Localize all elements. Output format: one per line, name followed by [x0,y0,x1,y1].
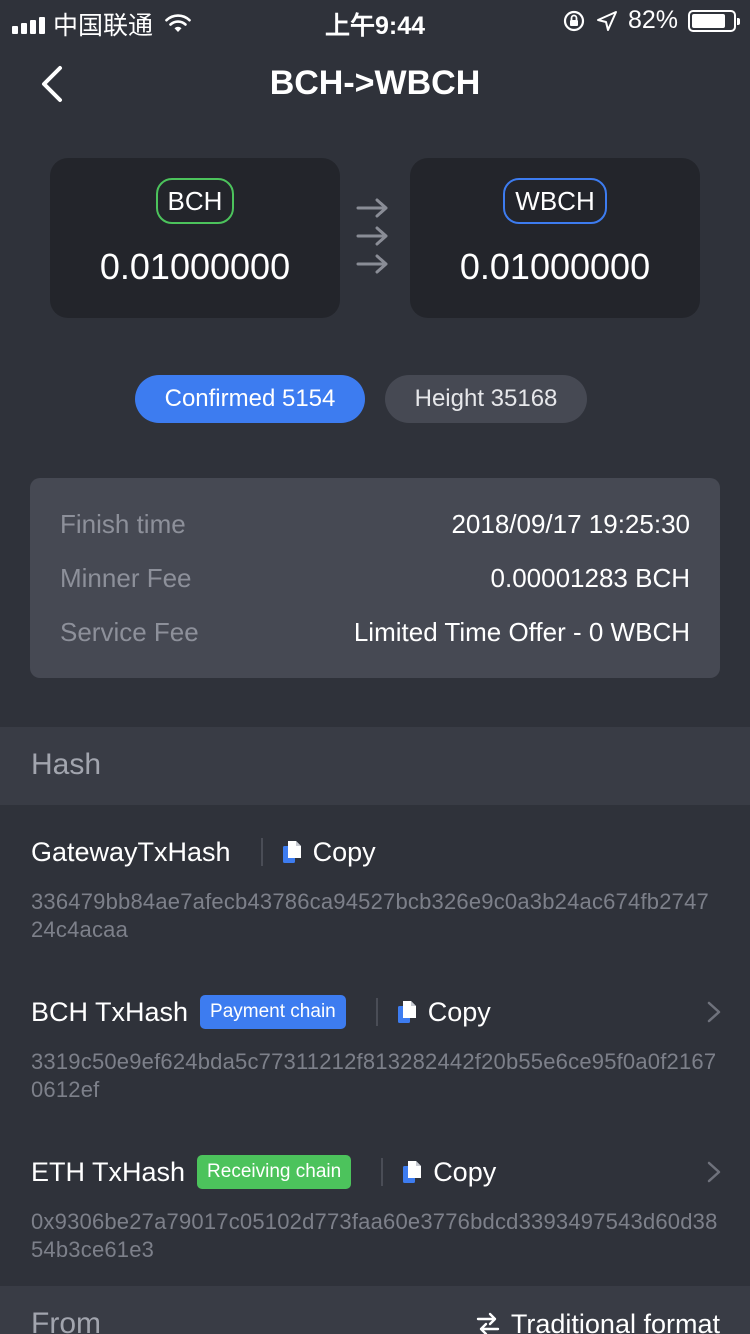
info-row-finish-time: Finish time 2018/09/17 19:25:30 [60,504,690,558]
info-label: Service Fee [60,617,199,647]
info-value: Limited Time Offer - 0 WBCH [353,617,690,647]
chevron-right-icon[interactable] [706,1000,722,1024]
from-token-label: BCH [155,178,235,224]
page-title: BCH->WBCH [269,64,481,102]
to-amount: 0.01000000 [459,246,651,287]
copy-bch-hash-button[interactable]: Copy [396,997,491,1028]
gateway-hash-block: GatewayTxHash Copy 336479bb84ae7afecb437… [0,830,750,944]
bch-hash-value[interactable]: 3319c50e9ef624bda5c77311212f813282442f20… [0,1034,750,1104]
traditional-format-toggle[interactable]: Traditional format [475,1286,720,1334]
from-token-card: BCH 0.01000000 [50,158,340,318]
location-icon [596,10,617,31]
from-section-title: From [31,1307,101,1334]
copy-label: Copy [312,836,376,867]
copy-label: Copy [427,996,491,1027]
copy-icon [403,1161,422,1183]
nav-bar: BCH->WBCH [0,50,750,118]
battery-icon [688,9,740,32]
info-value: 2018/09/17 19:25:30 [451,509,690,539]
hash-title: ETH TxHash [31,1156,186,1187]
bch-hash-block[interactable]: BCH TxHash Payment chain Copy 3319c50e9e… [0,990,750,1104]
divider [375,998,378,1026]
eth-hash-block[interactable]: ETH TxHash Receiving chain Copy 0x9306be… [0,1150,750,1264]
copy-icon [397,1001,416,1023]
confirmed-count-badge: Confirmed 5154 [135,375,365,423]
block-height-badge: Height 35168 [385,375,587,423]
hash-title: GatewayTxHash [31,836,231,867]
copy-label: Copy [433,1156,497,1187]
swap-format-icon [476,1312,500,1334]
traditional-format-label: Traditional format [510,1309,720,1334]
transaction-info-panel: Finish time 2018/09/17 19:25:30 Minner F… [30,478,720,678]
chevron-right-icon[interactable] [706,1160,722,1184]
swap-arrows-icon [356,196,392,280]
to-token-label: WBCH [503,178,607,224]
payment-chain-badge: Payment chain [200,995,346,1029]
hash-title: BCH TxHash [31,996,189,1027]
info-label: Finish time [60,509,186,539]
eth-hash-value[interactable]: 0x9306be27a79017c05102d773faa60e3776bdcd… [0,1194,750,1264]
orientation-lock-icon [563,10,585,31]
info-value: 0.00001283 BCH [490,563,690,593]
gateway-hash-value[interactable]: 336479bb84ae7afecb43786ca94527bcb326e9c0… [0,874,750,944]
copy-icon [282,841,301,863]
copy-gateway-hash-button[interactable]: Copy [281,837,376,868]
info-row-service-fee: Service Fee Limited Time Offer - 0 WBCH [60,612,690,666]
divider [260,838,263,866]
from-amount: 0.01000000 [99,246,291,287]
hash-section-header: Hash [0,727,750,805]
to-token-card: WBCH 0.01000000 [410,158,700,318]
battery-percent: 82% [627,6,678,34]
divider [381,1158,384,1186]
receiving-chain-badge: Receiving chain [197,1155,352,1189]
status-bar: 中国联通 上午9:44 82% [0,0,750,40]
info-label: Minner Fee [60,563,192,593]
copy-eth-hash-button[interactable]: Copy [401,1157,496,1188]
from-section-header: From Traditional format [0,1286,750,1334]
info-row-miner-fee: Minner Fee 0.00001283 BCH [60,558,690,612]
